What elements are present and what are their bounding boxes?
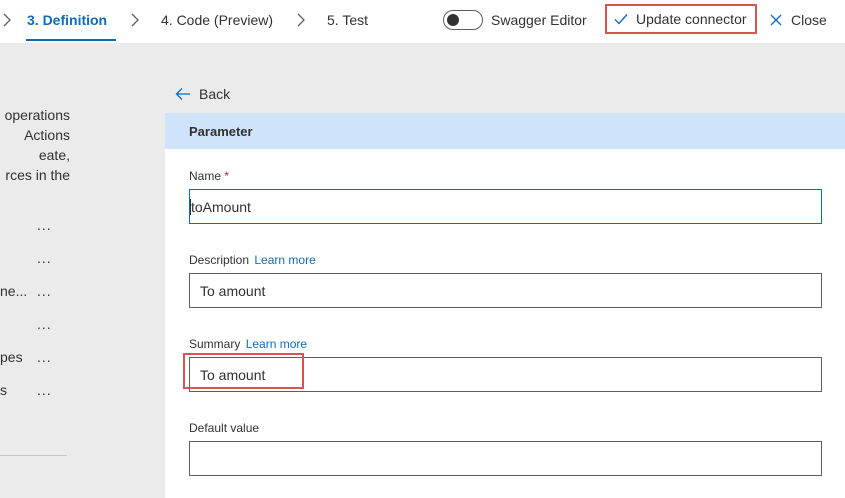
more-options-icon[interactable]: ... — [37, 382, 52, 398]
toggle-knob — [447, 14, 459, 26]
back-label: Back — [199, 86, 231, 102]
summary-label: Summary Learn more — [189, 337, 307, 351]
swagger-editor-label: Swagger Editor — [491, 12, 587, 28]
update-connector-label: Update connector — [636, 11, 747, 27]
chevron-right-icon — [3, 13, 11, 27]
parameter-editor: Back Parameter Name * toAmount Descripti… — [165, 43, 845, 498]
chevron-right-icon — [297, 13, 305, 27]
name-label-text: Name — [189, 169, 222, 183]
close-button[interactable]: Close — [769, 11, 827, 29]
update-connector-button[interactable]: Update connector — [605, 4, 757, 34]
active-tab-indicator — [26, 39, 116, 41]
more-options-icon[interactable]: ... — [37, 349, 52, 365]
more-options-icon[interactable]: ... — [37, 217, 52, 233]
default-value-input[interactable] — [189, 441, 822, 476]
tab-definition[interactable]: 3. Definition — [27, 11, 107, 29]
arrow-left-icon — [175, 88, 190, 100]
description-label-text: Description — [189, 253, 250, 267]
description-line: rces in the — [5, 167, 70, 183]
more-options-icon[interactable]: ... — [37, 316, 52, 332]
close-icon — [770, 14, 782, 26]
name-label: Name * — [189, 169, 229, 183]
operation-item-label: s — [0, 382, 7, 398]
description-line: Actions — [24, 127, 70, 143]
description-learn-more-link[interactable]: Learn more — [254, 253, 315, 267]
operation-item[interactable]: ... — [0, 316, 70, 336]
operation-item[interactable]: s... — [0, 382, 70, 402]
description-line: operations — [4, 107, 70, 123]
chevron-right-icon — [131, 13, 139, 27]
operation-item-label: ne... — [0, 283, 28, 299]
tab-test[interactable]: 5. Test — [327, 11, 368, 29]
summary-learn-more-link[interactable]: Learn more — [246, 337, 307, 351]
name-input-value: toAmount — [191, 199, 251, 215]
back-bar: Back — [165, 43, 845, 113]
summary-highlight-annotation — [183, 353, 304, 389]
section-title: Parameter — [165, 113, 845, 149]
checkmark-icon — [614, 14, 628, 25]
description-input[interactable]: To amount — [189, 273, 822, 308]
operations-description: operations Actions eate, rces in the — [0, 105, 70, 185]
required-mark: * — [224, 169, 230, 183]
operations-panel: operations Actions eate, rces in the ...… — [0, 43, 165, 498]
panel-divider — [0, 455, 67, 456]
swagger-editor-toggle[interactable] — [443, 10, 483, 30]
summary-label-text: Summary — [189, 337, 241, 351]
operation-item[interactable]: pes... — [0, 349, 70, 369]
default-value-label: Default value — [189, 421, 260, 435]
operation-item[interactable]: ... — [0, 250, 70, 270]
operation-item[interactable]: ... — [0, 217, 70, 237]
operation-item-label: pes — [0, 349, 23, 365]
back-button[interactable]: Back — [175, 86, 230, 102]
more-options-icon[interactable]: ... — [37, 283, 52, 299]
more-options-icon[interactable]: ... — [37, 250, 52, 266]
name-input[interactable]: toAmount — [189, 189, 822, 224]
description-line: eate, — [38, 147, 70, 163]
operation-item[interactable]: ne...... — [0, 283, 70, 303]
wizard-header: 3. Definition 4. Code (Preview) 5. Test … — [0, 0, 845, 43]
description-label: Description Learn more — [189, 253, 316, 267]
tab-code-preview[interactable]: 4. Code (Preview) — [161, 11, 273, 29]
close-label: Close — [791, 12, 827, 28]
